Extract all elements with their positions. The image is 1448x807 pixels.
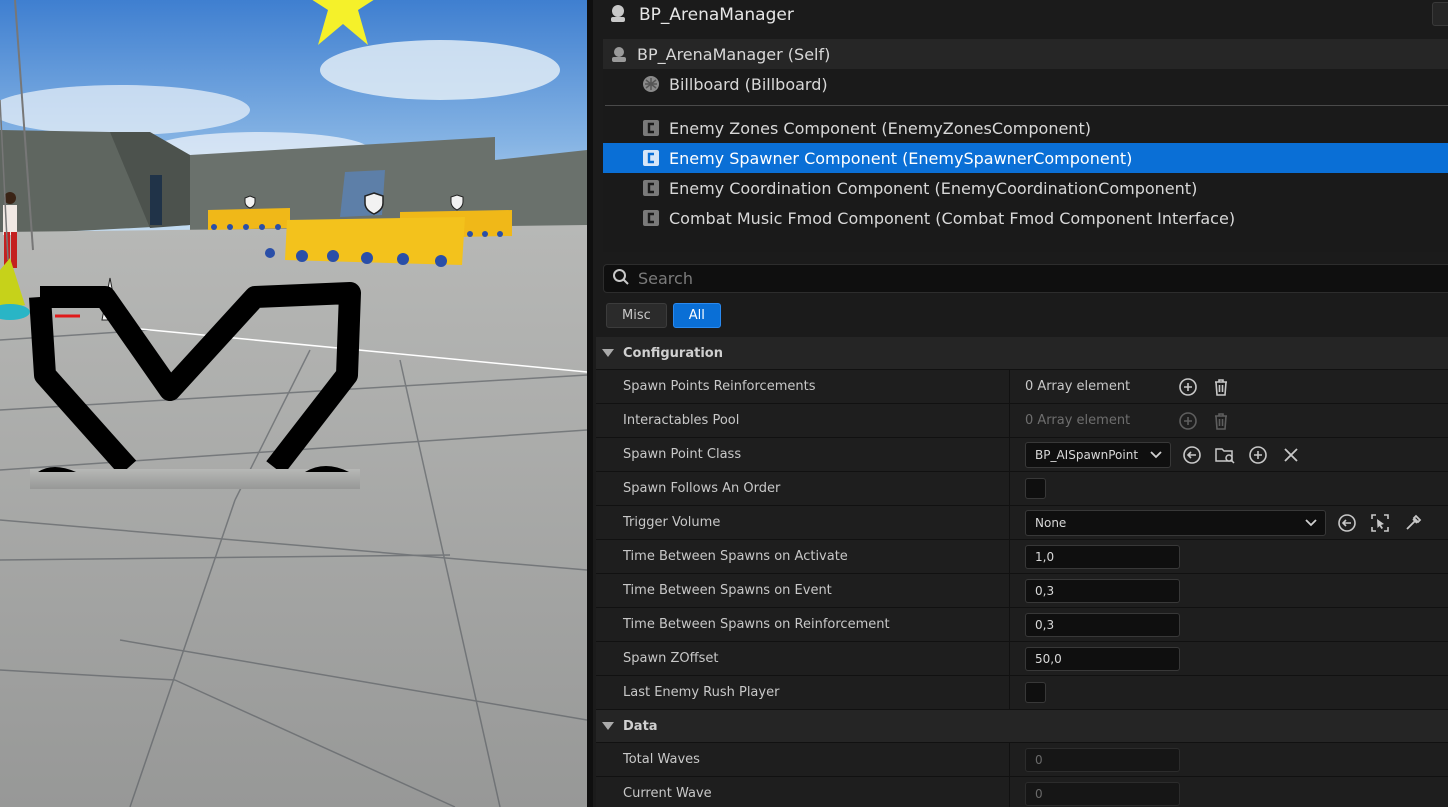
- eyedropper-icon[interactable]: [1400, 510, 1426, 536]
- prop-interactables-pool: Interactables Pool 0 Array element: [596, 404, 1448, 438]
- prop-total-waves: Total Waves 0: [596, 743, 1448, 777]
- tree-item-enemy-zones[interactable]: Enemy Zones Component (EnemyZonesCompone…: [603, 113, 1448, 143]
- number-field[interactable]: 0,3: [1025, 578, 1180, 603]
- readonly-field: 0: [1025, 781, 1180, 806]
- component-tree: BP_ArenaManager (Self) Billboard (Billbo…: [603, 39, 1448, 252]
- tree-item-label: Enemy Spawner Component (EnemySpawnerCom…: [669, 148, 1133, 168]
- billboard-icon: [641, 74, 661, 94]
- filter-misc-button[interactable]: Misc: [606, 303, 667, 328]
- collapse-triangle-icon: [602, 349, 614, 357]
- search-icon: [612, 268, 630, 290]
- details-titlebar: BP_ArenaManager: [593, 0, 1448, 30]
- add-element-icon[interactable]: [1175, 374, 1201, 400]
- use-selected-icon[interactable]: [1179, 442, 1205, 468]
- prop-spawn-points-reinforcements: Spawn Points Reinforcements 0 Array elem…: [596, 370, 1448, 404]
- prop-time-on-reinforcement: Time Between Spawns on Reinforcement 0,3: [596, 608, 1448, 642]
- details-search[interactable]: Search: [603, 264, 1448, 293]
- tree-item-billboard[interactable]: Billboard (Billboard): [603, 69, 1448, 99]
- prop-value: BP_AISpawnPoint: [1035, 447, 1139, 462]
- readonly-field: 0: [1025, 747, 1180, 772]
- add-icon[interactable]: [1245, 442, 1271, 468]
- prop-name: Time Between Spawns on Event: [596, 574, 1010, 607]
- prop-name: Time Between Spawns on Reinforcement: [596, 608, 1010, 641]
- actor-picker[interactable]: None: [1025, 509, 1326, 536]
- trash-icon[interactable]: [1208, 374, 1234, 400]
- prop-name: Last Enemy Rush Player: [596, 676, 1010, 709]
- actor-icon: [609, 44, 629, 64]
- trash-icon: [1208, 408, 1234, 434]
- tree-item-label: Billboard (Billboard): [669, 74, 828, 94]
- category-configuration[interactable]: Configuration: [596, 337, 1448, 370]
- prop-value: 0 Array element: [1025, 413, 1131, 428]
- prop-name: Interactables Pool: [596, 404, 1010, 437]
- prop-current-wave: Current Wave 0: [596, 777, 1448, 807]
- use-selected-icon[interactable]: [1334, 510, 1360, 536]
- number-field[interactable]: 0,3: [1025, 612, 1180, 637]
- component-icon: [641, 208, 661, 228]
- tree-item-enemy-spawner[interactable]: Enemy Spawner Component (EnemySpawnerCom…: [603, 143, 1448, 173]
- add-element-icon: [1175, 408, 1201, 434]
- class-picker[interactable]: BP_AISpawnPoint: [1025, 441, 1171, 468]
- tree-item-self[interactable]: BP_ArenaManager (Self): [603, 39, 1448, 69]
- prop-trigger-volume: Trigger Volume None: [596, 506, 1448, 540]
- filter-all-button[interactable]: All: [672, 303, 721, 328]
- chevron-down-icon: [1150, 448, 1162, 462]
- tree-item-label: Enemy Coordination Component (EnemyCoord…: [669, 178, 1198, 198]
- prop-spawn-follows-an-order: Spawn Follows An Order: [596, 472, 1448, 506]
- checkbox[interactable]: [1025, 478, 1046, 499]
- prop-time-on-activate: Time Between Spawns on Activate 1,0: [596, 540, 1448, 574]
- component-icon: [641, 178, 661, 198]
- clear-icon[interactable]: [1278, 442, 1304, 468]
- actor-title: BP_ArenaManager: [639, 5, 794, 25]
- tree-divider: [605, 105, 1448, 106]
- prop-name: Spawn Follows An Order: [596, 472, 1010, 505]
- prop-name: Time Between Spawns on Activate: [596, 540, 1010, 573]
- tree-item-enemy-coordination[interactable]: Enemy Coordination Component (EnemyCoord…: [603, 173, 1448, 203]
- prop-last-enemy-rush-player: Last Enemy Rush Player: [596, 676, 1448, 710]
- section-filters: Misc All: [606, 303, 721, 328]
- chevron-down-icon: [1305, 516, 1317, 530]
- prop-name: Spawn ZOffset: [596, 642, 1010, 675]
- collapse-triangle-icon: [602, 722, 614, 730]
- tree-item-combat-music[interactable]: Combat Music Fmod Component (Combat Fmod…: [603, 203, 1448, 233]
- browse-icon[interactable]: [1212, 442, 1238, 468]
- component-icon: [641, 148, 661, 168]
- prop-value: None: [1035, 515, 1067, 530]
- details-panel: BP_ArenaManager BP_ArenaManager (Self) B…: [593, 0, 1448, 807]
- prop-spawn-zoffset: Spawn ZOffset 50,0: [596, 642, 1448, 676]
- pick-actor-icon[interactable]: [1367, 510, 1393, 536]
- lock-button[interactable]: [1432, 2, 1448, 26]
- viewport-scene: [0, 0, 587, 807]
- prop-name: Spawn Point Class: [596, 438, 1010, 471]
- prop-name: Trigger Volume: [596, 506, 1010, 539]
- category-label: Data: [623, 718, 658, 734]
- search-input[interactable]: Search: [638, 269, 693, 288]
- prop-name: Spawn Points Reinforcements: [596, 370, 1010, 403]
- tree-item-label: Enemy Zones Component (EnemyZonesCompone…: [669, 118, 1091, 138]
- category-label: Configuration: [623, 345, 723, 361]
- number-field[interactable]: 1,0: [1025, 544, 1180, 569]
- prop-name: Total Waves: [596, 743, 1010, 776]
- number-field[interactable]: 50,0: [1025, 646, 1180, 671]
- prop-value: 0 Array element: [1025, 379, 1131, 394]
- component-icon: [641, 118, 661, 138]
- actor-icon: [607, 2, 629, 28]
- checkbox[interactable]: [1025, 682, 1046, 703]
- property-list: Configuration Spawn Points Reinforcement…: [596, 337, 1448, 807]
- level-viewport[interactable]: [0, 0, 587, 807]
- prop-name: Current Wave: [596, 777, 1010, 807]
- tree-item-label: Combat Music Fmod Component (Combat Fmod…: [669, 208, 1236, 228]
- tree-item-label: BP_ArenaManager (Self): [637, 44, 831, 64]
- prop-spawn-point-class: Spawn Point Class BP_AISpawnPoint: [596, 438, 1448, 472]
- category-data[interactable]: Data: [596, 710, 1448, 743]
- prop-time-on-event: Time Between Spawns on Event 0,3: [596, 574, 1448, 608]
